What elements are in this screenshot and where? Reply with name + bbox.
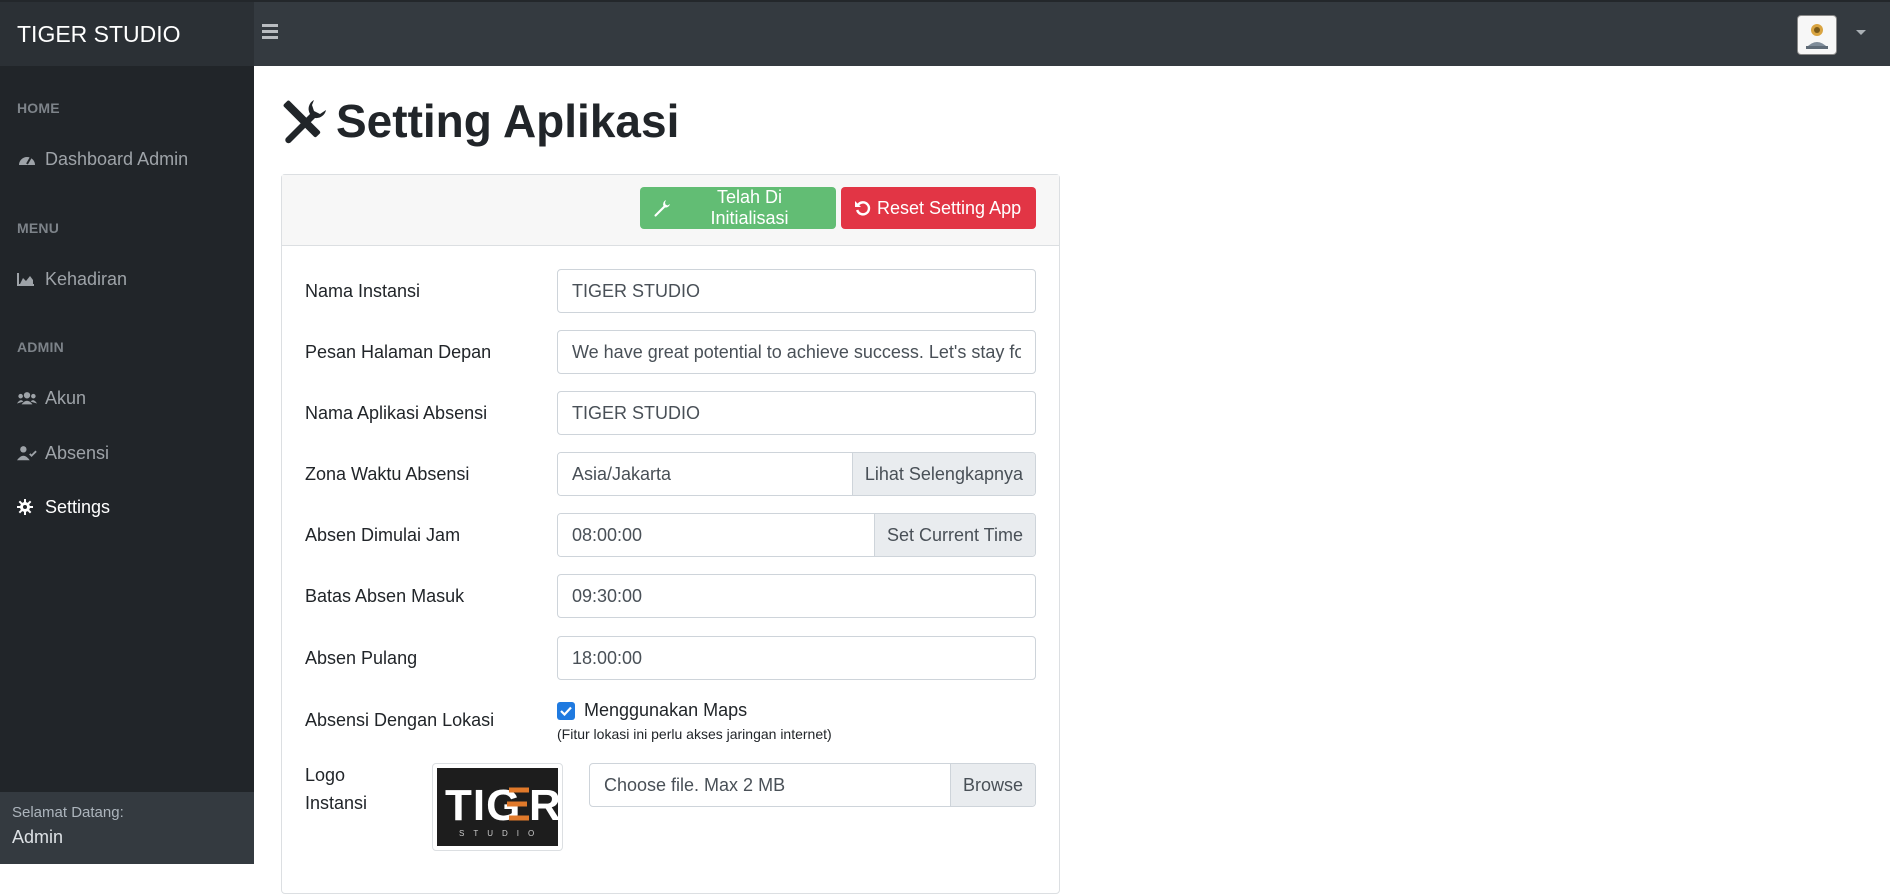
sidebar: HOME Dashboard Admin MENU Kehadiran ADMI…: [0, 66, 254, 864]
row-logo-instansi: Logo Instansi TIG R STUDIO Choose file. …: [305, 763, 1037, 853]
mulai-label: Absen Dimulai Jam: [305, 525, 461, 545]
gear-icon: [17, 498, 37, 516]
nama-instansi-input[interactable]: [557, 269, 1036, 313]
file-placeholder: Choose file. Max 2 MB: [604, 774, 786, 795]
nama-aplikasi-input[interactable]: [557, 391, 1036, 435]
batas-input[interactable]: [557, 574, 1036, 618]
pulang-input[interactable]: [557, 636, 1036, 680]
maps-checkbox-label[interactable]: Menggunakan Maps: [584, 700, 747, 721]
sidebar-heading-home: HOME: [17, 100, 60, 116]
caret-down-icon[interactable]: [1856, 30, 1866, 35]
svg-text:STUDIO: STUDIO: [459, 829, 543, 838]
reset-setting-button[interactable]: Reset Setting App: [841, 187, 1036, 229]
maps-checkbox[interactable]: [557, 702, 575, 720]
card-header: Telah Di Initialisasi Reset Setting App: [282, 175, 1059, 246]
users-icon: [17, 389, 37, 407]
logo-label-line1: Logo: [305, 765, 346, 785]
sidebar-item-settings[interactable]: Settings: [17, 494, 110, 520]
nama-aplikasi-label: Nama Aplikasi Absensi: [305, 403, 488, 423]
page-title-text: Setting Aplikasi: [336, 95, 680, 147]
initialized-label: Telah Di Initialisasi: [710, 187, 789, 228]
sidebar-item-akun[interactable]: Akun: [17, 385, 86, 411]
sidebar-item-label: Settings: [45, 496, 111, 517]
wrench-icon: [653, 199, 671, 217]
user-name: Admin: [12, 827, 64, 847]
tachometer-icon: [17, 150, 37, 168]
row-absensi-lokasi: Absensi Dengan Lokasi Menggunakan Maps (…: [305, 700, 1037, 750]
zona-label: Zona Waktu Absensi: [305, 464, 470, 484]
mulai-input[interactable]: [558, 514, 874, 556]
svg-text:R: R: [529, 781, 558, 830]
pesan-input[interactable]: [557, 330, 1036, 374]
zona-input-group: Lihat Selengkapnya: [557, 452, 1036, 496]
main-content: Setting Aplikasi Telah Di Initialisasi R…: [254, 66, 1890, 894]
page-title: Setting Aplikasi: [280, 94, 679, 148]
tools-icon: [280, 97, 328, 145]
area-chart-icon: [17, 270, 37, 288]
maps-note: (Fitur lokasi ini perlu akses jaringan i…: [557, 726, 832, 742]
logo-preview: TIG R STUDIO: [432, 763, 563, 851]
logo-label-line2: Instansi: [305, 793, 368, 813]
user-avatar-icon[interactable]: [1797, 15, 1837, 55]
sidebar-item-label: Dashboard Admin: [45, 148, 189, 169]
batas-label: Batas Absen Masuk: [305, 586, 465, 606]
sidebar-footer: Selamat Datang: Admin: [0, 792, 254, 864]
greeting-text: Selamat Datang:: [12, 804, 124, 821]
tiger-logo-image: TIG R STUDIO: [437, 768, 561, 846]
sidebar-item-kehadiran[interactable]: Kehadiran: [17, 266, 127, 292]
sidebar-item-dashboard[interactable]: Dashboard Admin: [17, 146, 188, 172]
sidebar-heading-admin: ADMIN: [17, 339, 64, 355]
nama-instansi-label: Nama Instansi: [305, 281, 421, 301]
set-current-time-button[interactable]: Set Current Time: [873, 514, 1035, 556]
user-check-icon: [17, 444, 37, 462]
sidebar-item-label: Kehadiran: [45, 268, 128, 289]
zona-input[interactable]: [558, 453, 852, 495]
sidebar-item-absensi[interactable]: Absensi: [17, 440, 109, 466]
sidebar-heading-menu: MENU: [17, 220, 60, 236]
reset-label: Reset Setting App: [877, 197, 1022, 218]
brand-title[interactable]: TIGER STUDIO: [0, 2, 254, 66]
lokasi-label: Absensi Dengan Lokasi: [305, 710, 495, 730]
undo-icon: [854, 199, 872, 217]
browse-button[interactable]: Browse: [949, 764, 1035, 806]
pesan-label: Pesan Halaman Depan: [305, 342, 492, 362]
sidebar-item-label: Akun: [45, 387, 87, 408]
logo-file-input[interactable]: Choose file. Max 2 MB Browse: [589, 763, 1036, 807]
top-navbar: TIGER STUDIO: [0, 0, 1890, 66]
initialized-button[interactable]: Telah Di Initialisasi: [640, 187, 836, 229]
mulai-input-group: Set Current Time: [557, 513, 1036, 557]
bars-icon[interactable]: [262, 24, 278, 40]
lihat-selengkapnya-button[interactable]: Lihat Selengkapnya: [851, 453, 1035, 495]
pulang-label: Absen Pulang: [305, 648, 418, 668]
sidebar-item-label: Absensi: [45, 442, 110, 463]
settings-card: Telah Di Initialisasi Reset Setting App …: [281, 174, 1060, 894]
